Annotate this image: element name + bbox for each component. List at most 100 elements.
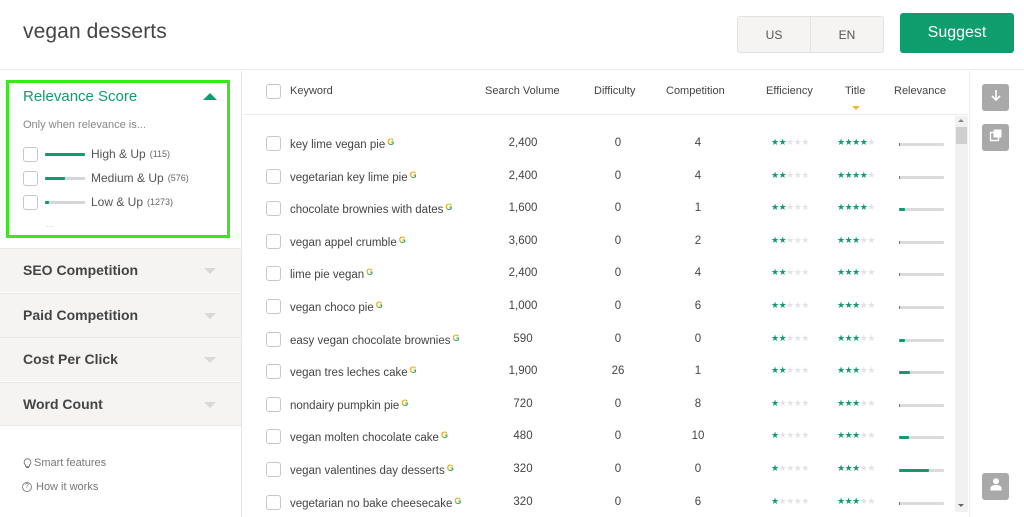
filter-cost-per-click[interactable]: Cost Per Click [0, 337, 241, 381]
google-search-icon[interactable]: G [376, 300, 383, 310]
row-checkbox[interactable] [266, 494, 281, 510]
keyword-table: Keyword Search Volume Difficulty Competi… [243, 71, 969, 517]
table-row[interactable]: vegetarian key lime pie G 2,400 0 4 ★★★★★ ★★★★… [243, 161, 955, 193]
table-row[interactable]: vegan valentines day desserts G 320 0 0 ★ ★ ★ ★ ★… [243, 454, 955, 486]
table-scrollbar[interactable] [955, 116, 968, 512]
google-search-icon[interactable]: G [410, 365, 417, 375]
google-search-icon[interactable]: G [399, 235, 406, 245]
relevance-bar [899, 371, 944, 375]
keyword-cell[interactable]: vegan choco pie G [290, 300, 383, 314]
relevance-option-medium[interactable]: Medium & Up (576) [23, 169, 189, 187]
checkbox[interactable] [23, 170, 38, 186]
row-checkbox[interactable] [266, 331, 281, 347]
how-it-works-link[interactable]: ? How it works [22, 481, 98, 493]
google-search-icon[interactable]: G [452, 333, 459, 343]
star-icon: ★ [801, 365, 809, 376]
row-checkbox[interactable] [266, 462, 281, 477]
row-checkbox[interactable] [266, 266, 281, 282]
table-row[interactable]: nondairy pumpkin pie G 720 0 8 ★★★★★ ★★★★★ [243, 389, 955, 421]
google-search-icon[interactable]: G [441, 430, 448, 440]
smart-features-link[interactable]: Smart features [22, 457, 106, 469]
column-search-volume[interactable]: Search Volume [485, 85, 560, 97]
keyword-cell[interactable]: key lime vegan pie G [290, 137, 394, 151]
language-button[interactable]: EN [810, 17, 883, 52]
row-checkbox[interactable] [266, 299, 281, 314]
table-row[interactable]: key lime vegan pie G 2,400 0 4 ★★★★★ ★★★★★ [243, 128, 955, 160]
row-checkbox[interactable] [266, 396, 281, 412]
suggest-button[interactable]: Suggest [900, 13, 1014, 53]
column-efficiency[interactable]: Efficiency [766, 85, 813, 97]
filter-seo-competition[interactable]: SEO Competition [0, 248, 241, 292]
table-row[interactable]: vegan molten chocolate cake G 480 0 10 ★ ★ ★ ★ ★ ★… [243, 421, 955, 453]
row-checkbox[interactable] [266, 429, 281, 445]
section-label: Paid Competition [23, 307, 139, 323]
star-icon: ★ [852, 169, 860, 180]
scroll-up-icon[interactable] [958, 119, 964, 122]
keyword-cell[interactable]: vegetarian no bake cheesecake G [290, 496, 461, 510]
table-row[interactable]: lime pie vegan G 2,400 0 4 ★★★★★ ★★★★★ [243, 258, 955, 290]
scroll-thumb[interactable] [956, 127, 967, 144]
row-checkbox[interactable] [266, 233, 281, 249]
column-keyword[interactable]: Keyword [290, 85, 333, 97]
relevance-option-low[interactable]: Low & Up (1273) [23, 193, 173, 211]
arrow-down-icon [990, 89, 1002, 107]
scroll-down-icon[interactable] [958, 504, 964, 507]
table-row[interactable]: vegetarian no bake cheesecake G 320 0 6 ★ ★ ★ ★ ★… [243, 487, 955, 517]
keyword-cell[interactable]: vegan appel crumble G [290, 235, 406, 249]
efficiency-stars: ★★★★★ [771, 235, 809, 246]
filter-paid-competition[interactable]: Paid Competition [0, 293, 241, 337]
table-row[interactable]: chocolate brownies with dates G 1,600 0 1 ★ ★ ★… [243, 193, 955, 225]
account-button[interactable] [982, 473, 1009, 500]
google-search-icon[interactable]: G [445, 202, 452, 212]
checkbox[interactable] [23, 146, 38, 162]
column-difficulty[interactable]: Difficulty [594, 85, 635, 97]
competition-cell: 4 [694, 169, 702, 182]
relevance-fill [899, 175, 901, 179]
option-count: (576) [167, 173, 189, 183]
search-volume-cell: 1,000 [508, 300, 538, 312]
search-query[interactable]: vegan desserts [23, 20, 167, 44]
google-search-icon[interactable]: G [366, 267, 373, 277]
row-checkbox[interactable] [266, 136, 281, 151]
country-button[interactable]: US [738, 17, 810, 52]
collapse-caret-icon[interactable] [203, 93, 217, 100]
column-title[interactable]: Title [845, 85, 865, 97]
column-competition[interactable]: Competition [666, 85, 725, 97]
keyword-cell[interactable]: nondairy pumpkin pie G [290, 398, 408, 412]
efficiency-stars: ★★★★★ [771, 365, 809, 376]
keyword-cell[interactable]: easy vegan chocolate brownies G [290, 333, 459, 347]
google-search-icon[interactable]: G [387, 137, 394, 147]
table-row[interactable]: vegan tres leches cake G 1,900 26 1 ★★★★★ ★★★★… [243, 356, 955, 388]
relevance-fill [899, 143, 901, 146]
table-row[interactable]: vegan choco pie G 1,000 0 6 ★★★★★ ★★★★★ [243, 291, 955, 323]
relevance-score-title[interactable]: Relevance Score [23, 88, 137, 105]
copy-button[interactable] [982, 124, 1009, 151]
keyword-cell[interactable]: lime pie vegan G [290, 267, 373, 281]
keyword-cell[interactable]: vegan molten chocolate cake G [290, 430, 448, 444]
table-header: Keyword Search Volume Difficulty Competi… [243, 71, 969, 115]
star-icon: ★ [837, 300, 845, 310]
star-icon: ★ [852, 202, 860, 213]
search-volume-cell: 320 [513, 463, 533, 475]
google-search-icon[interactable]: G [401, 398, 408, 408]
star-icon: ★ [801, 430, 809, 441]
row-checkbox[interactable] [266, 364, 281, 380]
keyword-cell[interactable]: vegan tres leches cake G [290, 365, 417, 379]
checkbox[interactable] [23, 194, 38, 210]
filter-word-count[interactable]: Word Count [0, 382, 241, 426]
google-search-icon[interactable]: G [454, 496, 461, 506]
keyword-cell[interactable]: chocolate brownies with dates G [290, 202, 452, 216]
keyword-cell[interactable]: vegetarian key lime pie G [290, 170, 417, 184]
row-checkbox[interactable] [266, 168, 281, 184]
select-all-checkbox[interactable] [266, 84, 281, 99]
table-row[interactable]: easy vegan chocolate brownies G 590 0 0 ★ ★ ★ ★ ★… [243, 324, 955, 356]
google-search-icon[interactable]: G [447, 463, 454, 473]
download-button[interactable] [982, 84, 1009, 111]
more-options[interactable]: ... [46, 219, 54, 229]
google-search-icon[interactable]: G [410, 170, 417, 180]
table-row[interactable]: vegan appel crumble G 3,600 0 2 ★★★★★ ★★★★★ [243, 226, 955, 258]
keyword-cell[interactable]: vegan valentines day desserts G [290, 463, 454, 477]
row-checkbox[interactable] [266, 201, 281, 217]
relevance-option-high[interactable]: High & Up (115) [23, 145, 170, 163]
column-relevance[interactable]: Relevance [894, 85, 946, 97]
